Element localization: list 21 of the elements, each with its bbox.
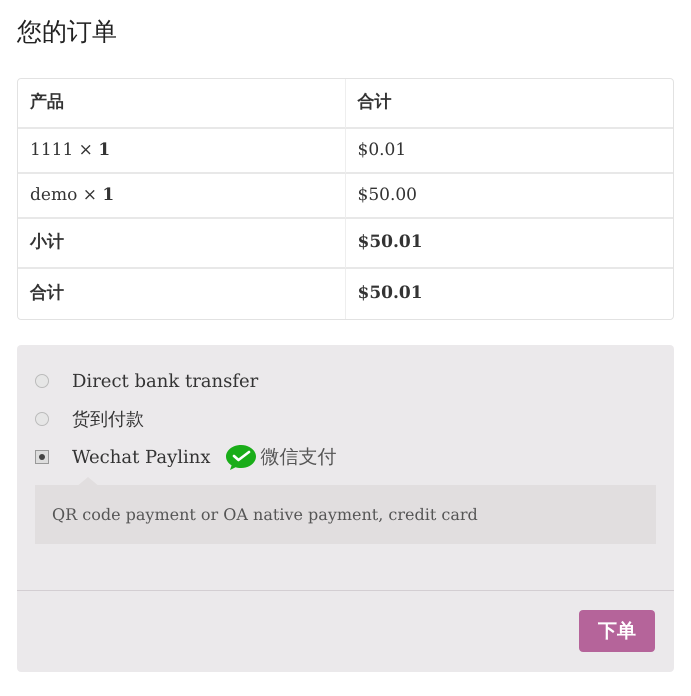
table-cell: $50.01 [346, 219, 673, 269]
chat-bubble-check-icon [224, 444, 257, 470]
table-cell: 合计 [18, 269, 346, 319]
radio-button[interactable] [35, 450, 49, 464]
table-cell: 1111 × 1 [18, 129, 346, 174]
payment-description: QR code payment or OA native payment, credit card [35, 485, 656, 544]
payment-method-label[interactable]: 货到付款 [72, 406, 144, 432]
radio-button[interactable] [35, 374, 49, 388]
table-cell: $0.01 [346, 129, 673, 174]
table-cell-text: $50.01 [356, 282, 424, 306]
column-header: 合计 [346, 79, 673, 129]
table-cell: $50.00 [346, 174, 673, 219]
column-header: 产品 [18, 79, 346, 129]
payment-brand-label: 微信支付 [260, 444, 337, 470]
table-cell: demo × 1 [18, 174, 346, 219]
payment-method-label[interactable]: Wechat Paylinx [72, 444, 211, 470]
payment-method-label[interactable]: Direct bank transfer [72, 368, 258, 394]
table-cell: 小计 [18, 219, 346, 269]
radio-button[interactable] [35, 412, 49, 426]
place-order-button[interactable]: 下单 [579, 610, 655, 652]
order-heading: 您的订单 [17, 16, 118, 48]
